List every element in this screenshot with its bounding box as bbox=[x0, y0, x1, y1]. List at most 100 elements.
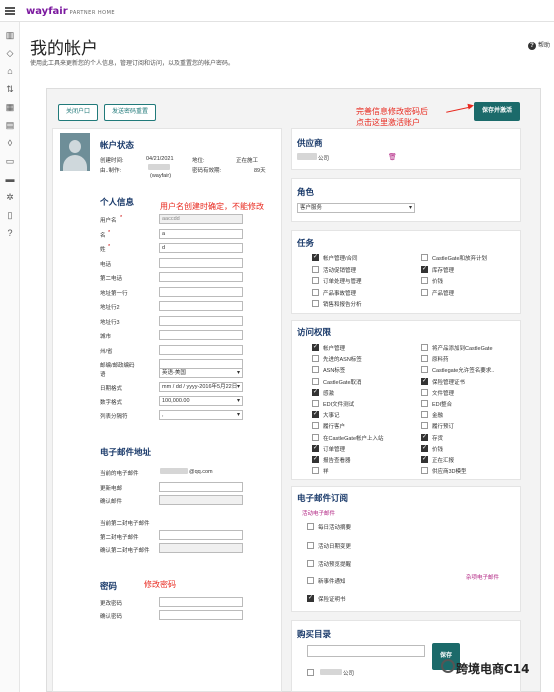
checkbox[interactable] bbox=[421, 400, 428, 407]
creator-label: 由..制作: bbox=[100, 168, 122, 174]
select-input[interactable]: , bbox=[159, 410, 243, 420]
field-input[interactable] bbox=[159, 344, 243, 355]
second-email-input[interactable] bbox=[159, 530, 243, 540]
change-password-input[interactable] bbox=[159, 597, 243, 607]
checkbox[interactable]: ✓ bbox=[312, 444, 319, 452]
select-input[interactable]: mm / dd / yyyy-2016年5月22日 bbox=[159, 382, 243, 392]
transfer-icon[interactable]: ⇅ bbox=[5, 84, 15, 94]
page-title: 我的帐户 bbox=[30, 39, 98, 59]
page-subtitle: 使用此工具来更新您的个人信息，管理订阅和访问，以及重置您的帐户密码。 bbox=[30, 61, 235, 67]
checkbox-label: EDI文件测试 bbox=[323, 402, 355, 408]
subscription-checkbox[interactable]: ✓ bbox=[307, 595, 314, 602]
field-input[interactable]: aaccdd bbox=[159, 214, 243, 224]
confirm-password-input[interactable] bbox=[159, 610, 243, 620]
send-password-reset-button[interactable]: 发送密码重置 bbox=[104, 104, 156, 121]
help-link[interactable]: ? 帮助 bbox=[528, 40, 550, 50]
checkbox[interactable] bbox=[312, 422, 319, 430]
checkbox[interactable] bbox=[421, 411, 428, 419]
checkbox[interactable] bbox=[421, 288, 428, 296]
checkbox-label: 报告查看器 bbox=[323, 458, 351, 464]
checkbox-label: CastleGate和放弃计划 bbox=[432, 256, 488, 262]
field-input[interactable] bbox=[159, 301, 243, 311]
field-input[interactable] bbox=[159, 286, 243, 297]
checkbox[interactable] bbox=[421, 422, 428, 430]
checkbox[interactable] bbox=[421, 344, 428, 351]
help-icon[interactable]: ? bbox=[5, 228, 15, 238]
catalog-search-input[interactable] bbox=[307, 645, 425, 657]
subscription-label: 活动日期变更 bbox=[318, 544, 352, 550]
subscription-checkbox[interactable] bbox=[307, 542, 314, 549]
checkbox[interactable] bbox=[312, 355, 319, 363]
checkbox[interactable]: ✓ bbox=[421, 444, 428, 452]
checkbox[interactable] bbox=[421, 467, 428, 475]
second-email-confirm-input[interactable] bbox=[159, 543, 243, 553]
avatar bbox=[60, 133, 90, 171]
field-input[interactable]: a bbox=[159, 228, 243, 239]
checkbox[interactable] bbox=[421, 355, 428, 363]
truck-icon[interactable]: ▬ bbox=[5, 174, 15, 184]
catalog-row-checkbox[interactable] bbox=[307, 669, 314, 676]
checkbox[interactable]: ✓ bbox=[312, 456, 319, 463]
select-input[interactable]: 100,000.00 bbox=[159, 396, 243, 406]
delete-supplier-icon[interactable]: 🗑 bbox=[388, 153, 397, 161]
checkbox[interactable] bbox=[312, 467, 319, 475]
checkbox[interactable] bbox=[421, 366, 428, 374]
access-title: 访问权限 bbox=[297, 328, 332, 338]
document-icon[interactable]: ▯ bbox=[5, 210, 15, 220]
warehouse-icon[interactable]: ▤ bbox=[5, 120, 15, 130]
confirm-email-input[interactable] bbox=[159, 495, 243, 505]
select-input[interactable]: 英语-美国 bbox=[159, 368, 243, 378]
field-input[interactable] bbox=[159, 272, 243, 282]
field-input[interactable] bbox=[159, 315, 243, 326]
password-hint-annotation: 修改密码 bbox=[144, 580, 176, 589]
tag-icon[interactable]: ◇ bbox=[5, 48, 15, 58]
field-input[interactable]: d bbox=[159, 243, 243, 253]
checkbox[interactable]: ✓ bbox=[421, 456, 428, 463]
subscription-checkbox[interactable] bbox=[307, 523, 314, 530]
subscription-checkbox[interactable] bbox=[307, 577, 314, 584]
hamburger-menu-icon[interactable] bbox=[5, 7, 15, 15]
checkbox[interactable]: ✓ bbox=[312, 344, 319, 351]
wayfair-logo[interactable]: wayfair PARTNER HOME bbox=[26, 6, 115, 17]
checkbox-label: ASN标签 bbox=[323, 368, 346, 375]
checkbox[interactable] bbox=[312, 366, 319, 374]
checkbox[interactable]: ✓ bbox=[312, 254, 319, 261]
subscription-checkbox[interactable] bbox=[307, 560, 314, 567]
checkbox-label: 产品管理 bbox=[432, 290, 455, 297]
second-email-update-label: 第二封电子邮件 bbox=[100, 535, 139, 541]
tasks-title: 任务 bbox=[297, 239, 315, 249]
field-input[interactable] bbox=[159, 257, 243, 268]
checkbox[interactable] bbox=[312, 277, 319, 284]
close-account-button[interactable]: 关闭户口 bbox=[58, 104, 98, 121]
subscription-label: 每日活动摘要 bbox=[318, 525, 352, 531]
checkbox[interactable] bbox=[421, 388, 428, 396]
checkbox-label: 履行客户 bbox=[323, 424, 346, 431]
field-label: 地址行3 bbox=[100, 319, 120, 326]
checkbox[interactable] bbox=[421, 254, 428, 261]
checkbox[interactable] bbox=[421, 277, 428, 284]
field-input[interactable] bbox=[159, 330, 243, 340]
redacted-supplier bbox=[297, 153, 317, 160]
checkbox[interactable]: ✓ bbox=[312, 388, 319, 396]
checkbox[interactable] bbox=[312, 265, 319, 273]
checkbox[interactable] bbox=[312, 433, 319, 441]
label-icon[interactable]: ◊ bbox=[5, 138, 15, 148]
checkbox[interactable]: ✓ bbox=[421, 433, 428, 441]
building-icon[interactable]: ▦ bbox=[5, 102, 15, 112]
checkbox[interactable]: ✓ bbox=[421, 265, 428, 273]
chart-icon[interactable]: ▥ bbox=[5, 30, 15, 40]
card-icon[interactable]: ▭ bbox=[5, 156, 15, 166]
save-activate-button[interactable]: 保存并激活 bbox=[474, 102, 520, 121]
role-select[interactable]: 客户服务 bbox=[297, 203, 415, 213]
checkbox[interactable]: ✓ bbox=[421, 377, 428, 385]
checkbox[interactable] bbox=[312, 400, 319, 407]
expire-value: 89天 bbox=[254, 168, 266, 174]
checkbox[interactable] bbox=[312, 377, 319, 385]
update-email-input[interactable] bbox=[159, 482, 243, 492]
checkbox[interactable]: ✓ bbox=[312, 411, 319, 419]
settings-icon[interactable]: ✲ bbox=[5, 192, 15, 202]
expire-label: 密码有效期: bbox=[192, 168, 222, 174]
checkbox[interactable] bbox=[312, 288, 319, 296]
checkbox[interactable] bbox=[312, 300, 319, 307]
box-icon[interactable]: ⌂ bbox=[5, 66, 15, 76]
